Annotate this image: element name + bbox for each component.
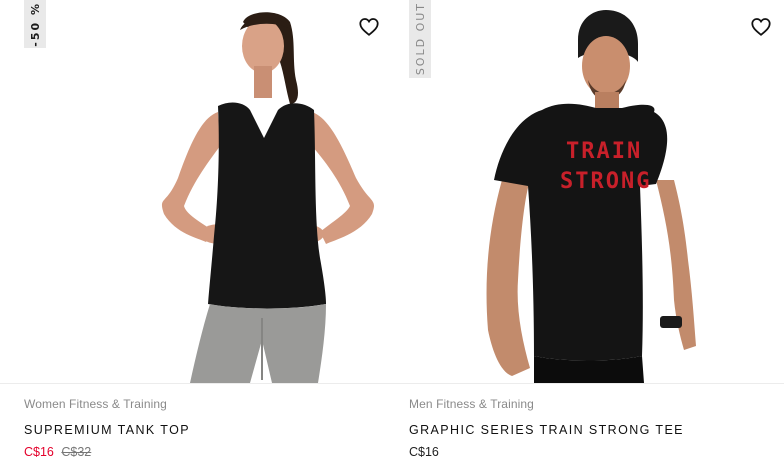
sale-price: C$16	[24, 445, 54, 459]
heart-outline-icon[interactable]	[358, 16, 380, 38]
product-card[interactable]: TRAIN STRONG SOLD OUT Men Fitness & Trai…	[392, 0, 784, 467]
product-photo-woman-tank-top[interactable]	[0, 0, 392, 383]
product-card[interactable]: -50 % Women Fitness & Training SUPREMIUM…	[0, 0, 392, 467]
original-price: C$32	[61, 445, 92, 459]
product-image[interactable]: -50 %	[0, 0, 392, 384]
product-image[interactable]: TRAIN STRONG SOLD OUT	[392, 0, 784, 384]
product-photo-man-tshirt[interactable]: TRAIN STRONG	[392, 0, 784, 383]
product-price: C$16 C$32	[24, 445, 384, 459]
product-title[interactable]: GRAPHIC SERIES TRAIN STRONG TEE	[409, 423, 769, 437]
product-info: Men Fitness & Training GRAPHIC SERIES TR…	[409, 397, 769, 459]
product-category: Men Fitness & Training	[409, 397, 534, 411]
discount-badge: -50 %	[24, 0, 46, 48]
heart-outline-icon[interactable]	[750, 16, 772, 38]
product-category: Women Fitness & Training	[24, 397, 167, 411]
sold-out-badge: SOLD OUT	[409, 0, 431, 78]
product-grid: -50 % Women Fitness & Training SUPREMIUM…	[0, 0, 784, 467]
product-info: Women Fitness & Training SUPREMIUM TANK …	[24, 397, 384, 459]
product-title[interactable]: SUPREMIUM TANK TOP	[24, 423, 384, 437]
regular-price: C$16	[409, 445, 439, 459]
shirt-graphic-line1: TRAIN	[566, 139, 642, 164]
shirt-graphic-line2: STRONG	[560, 169, 651, 194]
product-price: C$16	[409, 445, 769, 459]
